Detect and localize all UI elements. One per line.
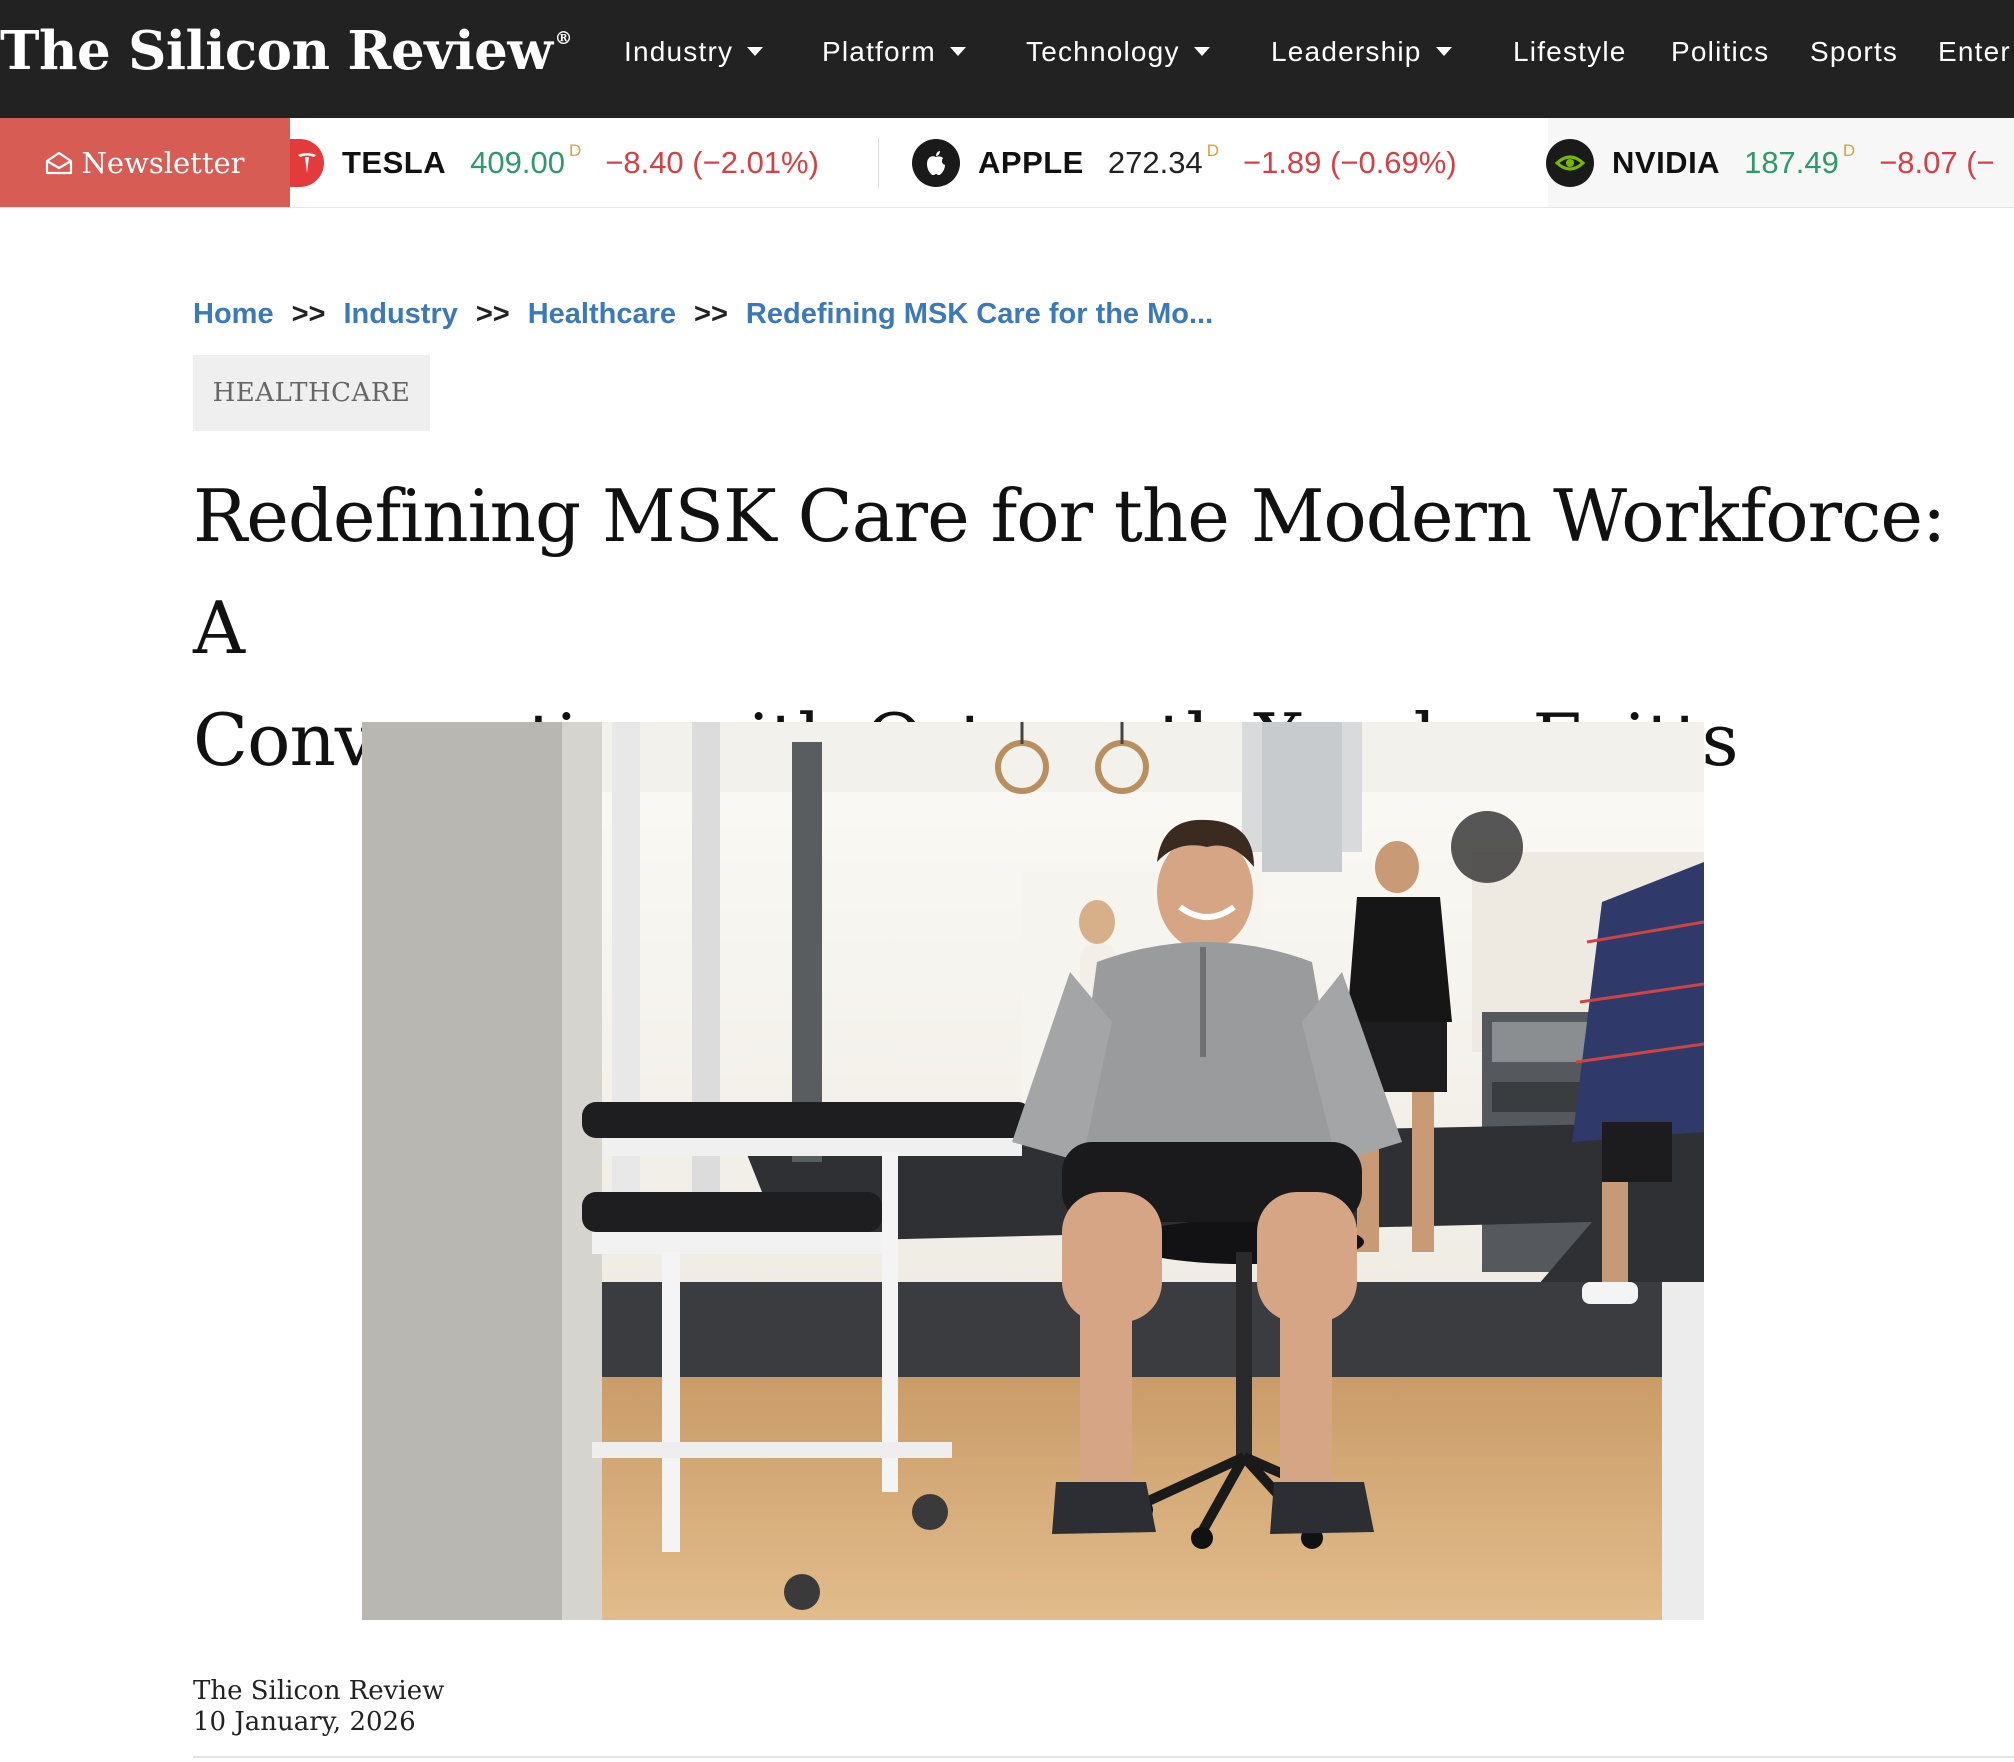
breadcrumb-industry-link[interactable]: Industry bbox=[343, 298, 457, 330]
nav-item-lifestyle[interactable]: Lifestyle bbox=[1513, 36, 1627, 68]
caret-down-icon bbox=[949, 47, 966, 57]
envelope-open-icon bbox=[46, 151, 73, 174]
stock-price: 409.00 bbox=[470, 144, 565, 180]
nav-item-technology[interactable]: Technology bbox=[1026, 36, 1210, 68]
caret-down-icon bbox=[747, 47, 764, 57]
registered-mark: ® bbox=[554, 28, 572, 50]
article-hero-image bbox=[362, 722, 1704, 1620]
stock-ticker-bar: TESLA 409.00 D −8.40 (−2.01%) APPLE 272.… bbox=[0, 118, 2014, 208]
nav-item-label: Platform bbox=[822, 36, 936, 67]
stock-price: 272.34 bbox=[1107, 144, 1203, 180]
breadcrumb-separator: >> bbox=[475, 298, 510, 330]
nav-item-label: Leadership bbox=[1271, 36, 1422, 67]
article-byline: The Silicon Review 10 January, 2026 bbox=[193, 1676, 444, 1738]
caret-down-icon bbox=[1435, 47, 1452, 57]
tesla-logo-icon bbox=[290, 138, 324, 187]
site-logo[interactable]: The Silicon Review ® bbox=[0, 20, 572, 82]
article-date: 10 January, 2026 bbox=[193, 1707, 416, 1737]
nav-item-label: Lifestyle bbox=[1513, 36, 1627, 67]
nav-item-label: Sports bbox=[1810, 36, 1899, 67]
stock-price: 187.49 bbox=[1744, 144, 1839, 180]
ticker-item-nvidia[interactable]: NVIDIA 187.49 D −8.07 (− bbox=[1516, 118, 2014, 207]
top-navigation-bar: The Silicon Review ® Industry Platform Te… bbox=[0, 0, 2014, 118]
nav-item-leadership[interactable]: Leadership bbox=[1271, 36, 1452, 68]
nvidia-logo-icon bbox=[1546, 138, 1594, 187]
breadcrumb-separator: >> bbox=[291, 298, 326, 330]
stock-flag: D bbox=[1206, 140, 1219, 160]
newsletter-button[interactable]: Newsletter bbox=[0, 118, 290, 207]
breadcrumb-healthcare-link[interactable]: Healthcare bbox=[528, 298, 676, 330]
ticker-divider bbox=[878, 138, 879, 188]
nav-item-label: Technology bbox=[1026, 36, 1180, 67]
stock-name: APPLE bbox=[978, 144, 1084, 180]
nav-item-label: Politics bbox=[1671, 36, 1770, 67]
stock-change: −1.89 (−0.69%) bbox=[1242, 144, 1457, 180]
apple-logo-icon bbox=[912, 138, 960, 187]
category-tag-label: HEALTHCARE bbox=[212, 378, 411, 408]
nav-item-label: Enter bbox=[1938, 36, 2011, 67]
ticker-item-apple[interactable]: APPLE 272.34 D −1.89 (−0.69%) bbox=[880, 118, 1548, 207]
nav-item-sports[interactable]: Sports bbox=[1810, 36, 1898, 68]
breadcrumb-home-link[interactable]: Home bbox=[193, 298, 274, 330]
ticker-item-tesla[interactable]: TESLA 409.00 D −8.40 (−2.01%) bbox=[290, 118, 884, 207]
nav-item-entertainment[interactable]: Enter bbox=[1938, 36, 2011, 68]
nav-item-industry[interactable]: Industry bbox=[624, 36, 764, 68]
category-tag[interactable]: HEALTHCARE bbox=[193, 355, 430, 431]
stock-name: NVIDIA bbox=[1612, 144, 1721, 180]
stock-name: TESLA bbox=[342, 144, 447, 180]
site-logo-text: The Silicon Review bbox=[0, 20, 553, 82]
stock-flag: D bbox=[568, 140, 582, 160]
breadcrumb: Home >> Industry >> Healthcare >> Redefining M… bbox=[193, 298, 1213, 331]
stock-change: −8.07 (− bbox=[1879, 144, 1995, 180]
breadcrumb-separator: >> bbox=[694, 298, 728, 330]
nav-item-label: Industry bbox=[624, 36, 734, 67]
article-title-line-1: Redefining MSK Care for the Modern Workf… bbox=[193, 474, 1946, 670]
caret-down-icon bbox=[1193, 47, 1210, 57]
nav-item-platform[interactable]: Platform bbox=[822, 36, 966, 68]
newsletter-label: Newsletter bbox=[81, 145, 245, 180]
stock-flag: D bbox=[1842, 140, 1856, 160]
breadcrumb-current-page[interactable]: Redefining MSK Care for the Mo... bbox=[746, 298, 1213, 330]
divider bbox=[193, 1756, 2014, 1758]
stock-change: −8.40 (−2.01%) bbox=[605, 144, 819, 180]
article-author: The Silicon Review bbox=[193, 1676, 445, 1706]
nav-item-politics[interactable]: Politics bbox=[1671, 36, 1769, 68]
